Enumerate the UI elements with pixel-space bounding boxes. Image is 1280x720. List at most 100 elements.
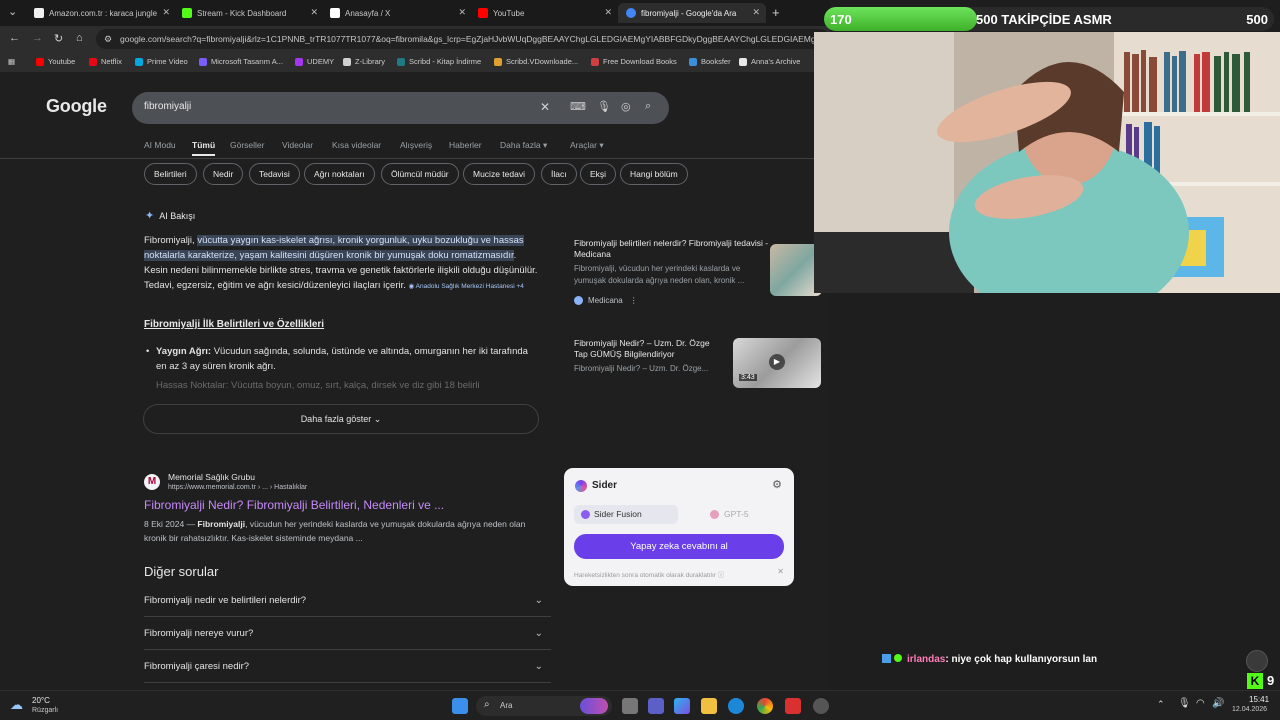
tab-short-videos[interactable]: Kısa videolar — [332, 140, 381, 150]
tab-all[interactable]: Tümü — [192, 140, 216, 156]
browser-tab-x[interactable]: Anasayfa / X ✕ — [322, 3, 472, 23]
tab-more[interactable]: Daha fazla ▾ — [500, 140, 547, 151]
keyboard-icon[interactable]: ⌨ — [570, 100, 586, 113]
home-icon[interactable]: ⌂ — [76, 32, 83, 44]
windows-start-icon[interactable] — [452, 698, 468, 714]
search-input[interactable]: fibromiyalji — [144, 101, 191, 112]
wifi-icon[interactable]: ◠ — [1196, 698, 1205, 709]
chip-ilaci[interactable]: İlacı — [541, 163, 577, 185]
google-results-page: Google fibromiyalji ✕ ⌨ 🎙 ◎ ⌕ AI Modu Tü… — [0, 72, 830, 690]
task-view-icon[interactable] — [622, 698, 638, 714]
play-icon[interactable]: ▶ — [769, 354, 785, 370]
bookmark-udemy[interactable]: UDEMY — [295, 57, 334, 66]
weather-desc[interactable]: Rüzgarlı — [32, 707, 58, 714]
chip-belirtileri[interactable]: Belirtileri — [144, 163, 197, 185]
edge-icon[interactable] — [728, 698, 744, 714]
forward-icon[interactable]: → — [32, 32, 43, 44]
clock-date[interactable]: 12.04.2026 — [1232, 706, 1267, 713]
close-icon[interactable]: ✕ — [777, 567, 784, 576]
google-logo[interactable]: Google — [46, 96, 107, 117]
get-ai-answer-button[interactable]: Yapay zeka cevabını al — [574, 534, 784, 559]
source-chip[interactable]: ◉ Anadolu Sağlık Merkezi Hastanesi +4 — [409, 283, 524, 290]
microphone-icon[interactable]: 🎙 — [1178, 698, 1191, 709]
side-card-medicana[interactable]: Fibromiyalji belirtileri nelerdir? Fibro… — [564, 238, 822, 305]
paa-question[interactable]: Fibromiyalji nedir ve belirtileri nelerd… — [144, 584, 551, 617]
bookmarks-bar: ▦ Youtube Netflix Prime Video Microsoft … — [0, 52, 830, 72]
browser-tab-google[interactable]: fibromiyalji - Google'da Ara ✕ — [618, 3, 766, 23]
chip-olumcul[interactable]: Ölümcül müdür — [381, 163, 459, 185]
teams-icon[interactable] — [648, 698, 664, 714]
show-more-button[interactable]: Daha fazla göster ⌄ — [143, 404, 539, 434]
close-icon[interactable]: ✕ — [310, 7, 318, 18]
follower-goal-bar: 170 500 TAKİPÇİDE ASMR 500 — [824, 7, 1274, 31]
chip-eksi[interactable]: Ekşi — [580, 163, 617, 185]
taskbar-search[interactable]: ⌕ Ara — [476, 696, 612, 716]
chip-tedavisi[interactable]: Tedavisi — [249, 163, 300, 185]
bookmark-booksfer[interactable]: Booksfer — [689, 57, 731, 66]
close-icon[interactable]: ✕ — [458, 7, 466, 18]
paa-question[interactable]: Fibromiyalji nereye vurur? ⌄ — [144, 617, 551, 650]
site-info-icon[interactable]: ⚙ — [104, 29, 112, 49]
bookmark-scribd[interactable]: Scribd - Kitap İndirme — [397, 57, 481, 66]
chip-mucize-tedavi[interactable]: Mucize tedavi — [463, 163, 535, 185]
chat-settings-icon[interactable] — [1246, 650, 1268, 672]
bookmark-microsoft-designer[interactable]: Microsoft Tasarım A... — [199, 57, 283, 66]
app-icon[interactable] — [785, 698, 801, 714]
chrome-icon[interactable] — [757, 698, 773, 714]
search-box[interactable]: fibromiyalji ✕ ⌨ 🎙 ◎ ⌕ — [132, 92, 669, 124]
sider-option-gpt5[interactable]: GPT-5 — [686, 505, 784, 524]
lens-icon[interactable]: ◎ — [621, 100, 631, 113]
tab-news[interactable]: Haberler — [449, 140, 482, 150]
new-tab-icon[interactable]: + — [772, 5, 780, 20]
result-title-link[interactable]: Fibromiyalji Nedir? Fibromiyalji Belirti… — [144, 498, 444, 512]
browser-tab-amazon[interactable]: Amazon.com.tr : karaca jungle ✕ — [26, 3, 176, 23]
bookmark-annas-archive[interactable]: Anna's Archive — [739, 57, 800, 66]
side-card-video[interactable]: Fibromiyalji Nedir? – Uzm. Dr. Özge Tap … — [564, 338, 822, 388]
back-icon[interactable]: ← — [9, 32, 20, 44]
dropdown-icon: ▾ — [543, 140, 548, 150]
reload-icon[interactable]: ↻ — [54, 32, 63, 45]
volume-icon[interactable]: 🔊 — [1212, 698, 1224, 709]
bookmark-youtube[interactable]: Youtube — [36, 57, 75, 66]
tab-images[interactable]: Görseller — [230, 140, 264, 150]
sider-widget: Sider ⚙ Sider Fusion GPT-5 Yapay zeka ce… — [564, 468, 794, 586]
close-icon[interactable]: ✕ — [752, 7, 760, 18]
bookmark-label: Anna's Archive — [751, 57, 801, 66]
bookmark-z-library[interactable]: Z-Library — [343, 57, 385, 66]
more-options-icon[interactable]: ⋮ — [630, 296, 638, 305]
chevron-up-icon[interactable]: ⌃ — [1157, 699, 1165, 710]
clear-icon[interactable]: ✕ — [540, 100, 550, 114]
tab-search-icon[interactable]: ⌄ — [8, 5, 17, 18]
chip-nedir[interactable]: Nedir — [203, 163, 244, 185]
copilot-icon[interactable] — [674, 698, 690, 714]
clock-time[interactable]: 15:41 — [1249, 695, 1269, 704]
tab-videos[interactable]: Videolar — [282, 140, 313, 150]
obs-icon[interactable] — [813, 698, 829, 714]
sider-option-fusion[interactable]: Sider Fusion — [574, 505, 678, 524]
paa-question[interactable]: Fibromiyalji çaresi nedir? ⌄ — [144, 650, 551, 683]
result-site-name[interactable]: Memorial Sağlık Grubu — [168, 472, 255, 482]
browser-tab-youtube[interactable]: YouTube ✕ — [470, 3, 618, 23]
tab-tools[interactable]: Araçlar ▾ — [570, 140, 604, 151]
close-icon[interactable]: ✕ — [162, 7, 170, 18]
bookmark-scribd-downloader[interactable]: Scribd.VDownloade... — [494, 57, 578, 66]
url-field[interactable]: ⚙ google.com/search?q=fibromiyalji&rlz=1… — [96, 29, 830, 49]
file-explorer-icon[interactable] — [701, 698, 717, 714]
close-icon[interactable]: ✕ — [604, 7, 612, 18]
apps-icon[interactable]: ▦ — [8, 57, 15, 66]
bookmark-prime-video[interactable]: Prime Video — [135, 57, 188, 66]
microphone-icon[interactable]: 🎙 — [597, 100, 611, 113]
tab-shopping[interactable]: Alışveriş — [400, 140, 432, 150]
weather-temp[interactable]: 20°C — [32, 696, 50, 705]
ai-text-highlight: vücutta yaygın kas-iskelet ağrısı, kroni… — [144, 235, 524, 261]
kick-logo-icon: K — [1247, 673, 1263, 689]
chip-agri-noktalari[interactable]: Ağrı noktaları — [304, 163, 375, 185]
result-breadcrumb[interactable]: https://www.memorial.com.tr › ... › Hast… — [168, 484, 307, 491]
tab-ai-mode[interactable]: AI Modu — [144, 140, 176, 150]
browser-tab-kick[interactable]: Stream - Kick Dashboard ✕ — [174, 3, 324, 23]
bookmark-free-download-books[interactable]: Free Download Books — [591, 57, 677, 66]
search-icon[interactable]: ⌕ — [645, 100, 651, 113]
gear-icon[interactable]: ⚙ — [772, 478, 782, 491]
chip-hangi-bolum[interactable]: Hangi bölüm — [620, 163, 688, 185]
bookmark-netflix[interactable]: Netflix — [89, 57, 122, 66]
